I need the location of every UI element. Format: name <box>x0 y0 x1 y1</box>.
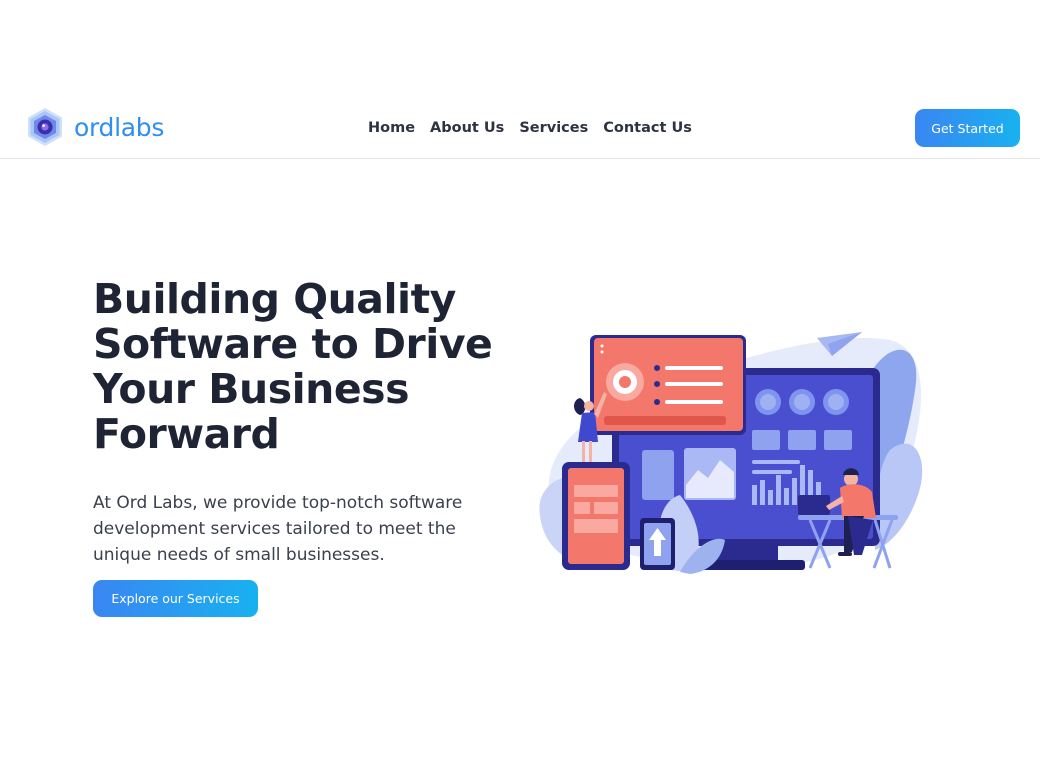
hero-title-line: Building Quality <box>93 275 456 323</box>
hero-title-line: Forward <box>93 410 280 458</box>
nav-link-services[interactable]: Services <box>519 118 588 138</box>
explore-services-button[interactable]: Explore our Services <box>93 580 258 617</box>
site-header: ordlabs Home About Us Services Contact U… <box>0 98 1040 159</box>
hero-description-line: development services tailored to meet th… <box>93 519 456 539</box>
brand-name: ordlabs <box>74 112 165 142</box>
hero-title-line: Your Business <box>93 365 409 413</box>
hero-description-line: unique needs of small businesses. <box>93 545 385 565</box>
hero-description-line: At Ord Labs, we provide top-notch softwa… <box>93 493 463 513</box>
nav-link-home[interactable]: Home <box>368 118 415 138</box>
main-nav: Home About Us Services Contact Us <box>368 118 692 138</box>
hexagon-logo-icon <box>28 108 62 146</box>
nav-link-about-us[interactable]: About Us <box>430 118 504 138</box>
brand-logo[interactable]: ordlabs <box>25 107 164 147</box>
hero-title-line: Software to Drive <box>93 320 493 368</box>
hero-description: At Ord Labs, we provide top-notch softwa… <box>93 490 523 568</box>
software-dashboard-illustration <box>530 320 930 580</box>
nav-link-contact-us[interactable]: Contact Us <box>603 118 692 138</box>
hero-title: Building Quality Software to Drive Your … <box>93 277 523 457</box>
illustration-graphic <box>539 332 923 574</box>
get-started-button[interactable]: Get Started <box>915 109 1020 147</box>
